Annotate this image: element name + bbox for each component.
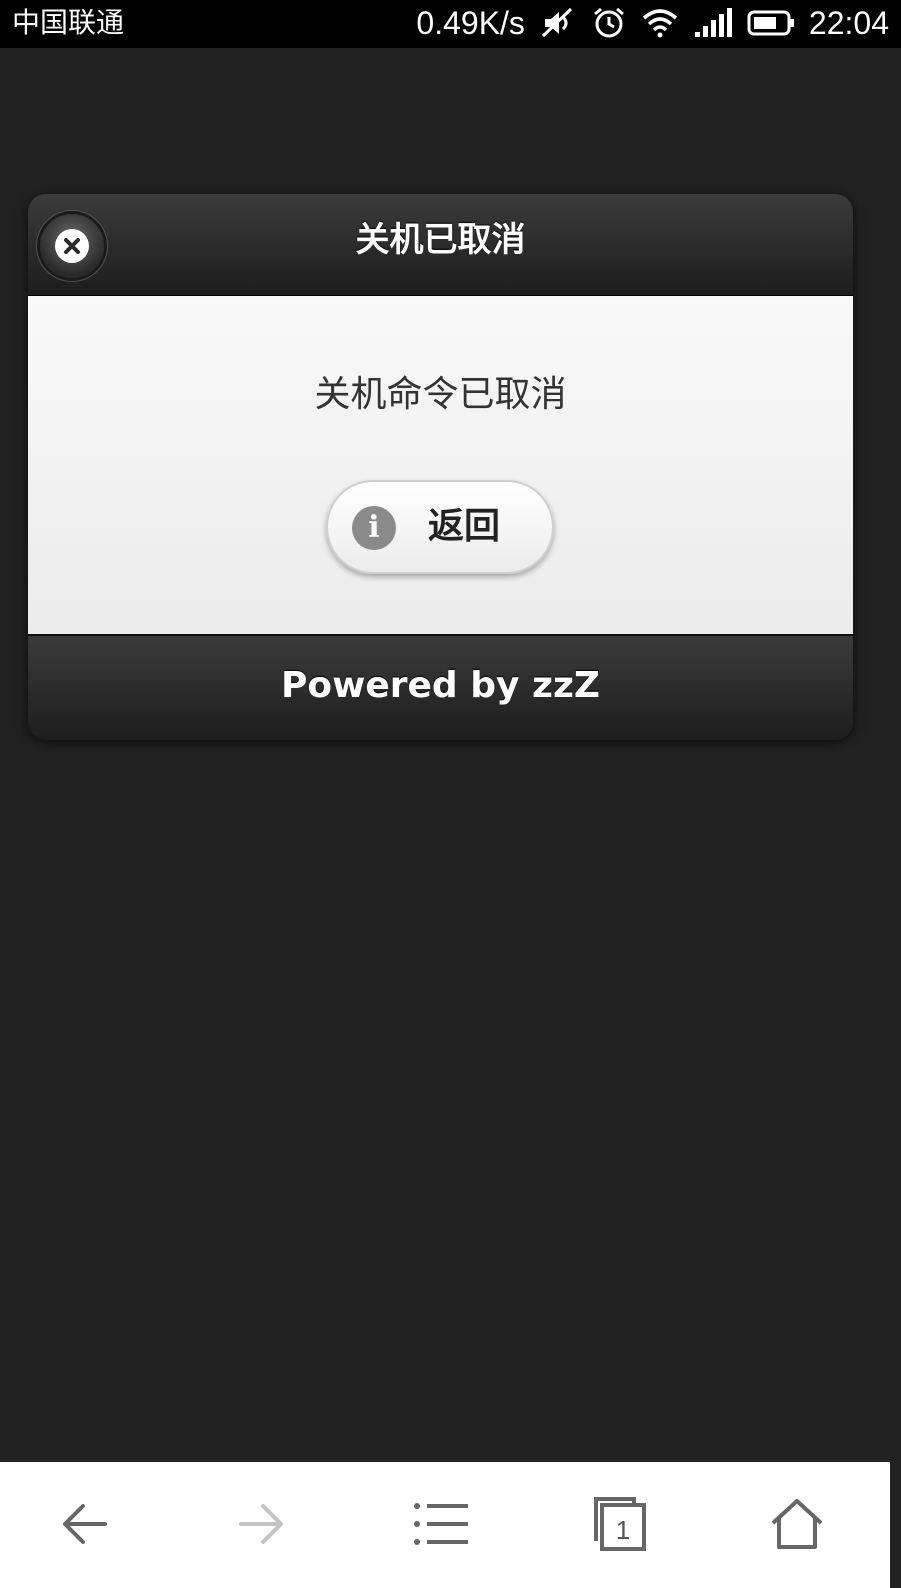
tabs-icon: 1 (594, 1497, 646, 1551)
back-button[interactable]: i 返回 (326, 480, 554, 574)
forward-arrow-icon (239, 1504, 283, 1544)
dialog-content: 关机命令已取消 i 返回 (28, 296, 853, 634)
forward-nav-button[interactable] (226, 1488, 298, 1560)
status-time: 22:04 (808, 5, 889, 41)
wifi-icon (641, 8, 679, 38)
status-bar: 中国联通 0.49K/s 22:04 (0, 0, 901, 48)
status-indicators: 0.49K/s 22:04 (416, 4, 889, 42)
back-nav-button[interactable] (48, 1488, 120, 1560)
dialog-header: 关机已取消 (28, 194, 853, 296)
shutdown-cancelled-dialog: 关机已取消 关机命令已取消 i 返回 Powered by zzZ (28, 194, 853, 740)
home-icon (771, 1499, 823, 1549)
menu-button[interactable] (405, 1488, 477, 1560)
menu-icon (414, 1503, 468, 1545)
mute-icon (539, 7, 577, 39)
battery-icon (747, 9, 795, 37)
signal-icon (693, 8, 733, 38)
back-button-label: 返回 (428, 506, 501, 547)
dialog-footer: Powered by zzZ (28, 634, 853, 740)
info-icon: i (352, 506, 396, 550)
back-arrow-icon (63, 1504, 107, 1544)
dialog-message: 关机命令已取消 (314, 374, 567, 415)
dialog-title: 关机已取消 (355, 220, 526, 260)
tabs-button[interactable]: 1 (583, 1488, 655, 1560)
carrier-name: 中国联通 (12, 6, 125, 39)
alarm-icon (591, 6, 627, 40)
network-speed: 0.49K/s (416, 5, 525, 41)
footer-text: Powered by zzZ (280, 665, 601, 706)
browser-toolbar: 1 (0, 1462, 890, 1588)
tab-count: 1 (616, 1515, 630, 1545)
screen-edge (890, 1462, 901, 1588)
home-button[interactable] (761, 1488, 833, 1560)
